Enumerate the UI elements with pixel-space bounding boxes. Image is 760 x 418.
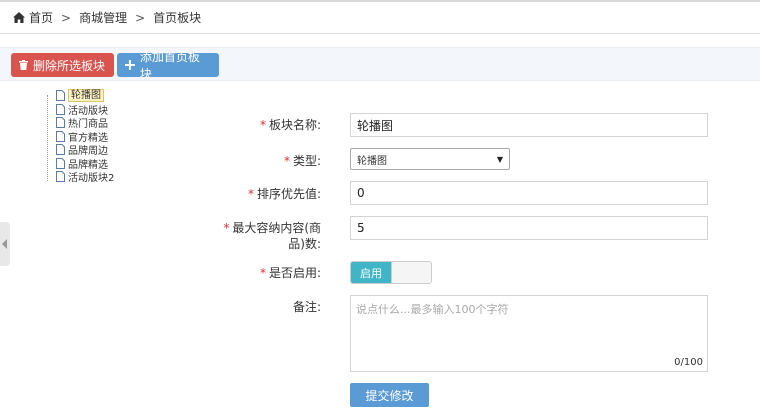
type-select[interactable]: 轮播图 ▼ <box>350 148 510 170</box>
max-items-label: * 最大容纳内容(商 品)数: <box>223 221 321 251</box>
max-items-value: 5 <box>357 221 365 235</box>
block-name-label: * 板块名称: <box>259 118 321 132</box>
block-name-input[interactable]: 轮播图 <box>350 113 708 137</box>
max-items-input[interactable]: 5 <box>350 216 708 240</box>
required-mark: * <box>259 118 266 132</box>
file-icon <box>56 130 65 142</box>
tree-item-label: 轮播图 <box>68 89 104 103</box>
tree-item-brand-merch[interactable]: 品牌周边 <box>44 143 114 157</box>
priority-input[interactable]: 0 <box>350 181 708 205</box>
submit-button[interactable]: 提交修改 <box>350 383 429 407</box>
required-mark: * <box>247 187 254 201</box>
required-mark: * <box>223 221 230 235</box>
required-mark: * <box>283 154 290 168</box>
required-mark: * <box>259 266 266 280</box>
caret-down-icon: ▼ <box>496 154 503 164</box>
file-icon <box>56 117 65 129</box>
file-icon <box>56 171 65 183</box>
enabled-toggle-knob <box>391 262 431 283</box>
enabled-label: * 是否启用: <box>259 266 321 280</box>
tree-item-label: 活动版块2 <box>68 173 115 185</box>
priority-value: 0 <box>357 186 365 200</box>
tree-item-official-picks[interactable]: 官方精选 <box>44 130 114 144</box>
file-icon <box>56 157 65 169</box>
file-icon <box>56 103 65 115</box>
type-label: * 类型: <box>283 154 321 168</box>
enabled-toggle[interactable]: 启用 <box>350 261 432 284</box>
enabled-toggle-on: 启用 <box>351 262 391 283</box>
tree-item-carousel[interactable]: 轮播图 <box>44 89 114 103</box>
remark-placeholder: 说点什么...最多输入100个字符 <box>356 303 509 316</box>
remark-label: 备注: <box>292 300 321 314</box>
chevron-left-icon <box>2 239 7 249</box>
breadcrumb: 首页 > 商城管理 > 首页板块 <box>0 2 760 34</box>
block-tree: 轮播图 活动版块 热门商品 官方精选 品牌周边 品牌精选 活动版块2 <box>44 89 114 184</box>
sidebar-toggle-handle[interactable] <box>0 222 10 266</box>
add-block-label: 添加首页板块 <box>139 50 200 81</box>
toolbar: 删除所选板块 添加首页板块 <box>0 47 760 81</box>
breadcrumb-current: 首页板块 <box>153 11 202 25</box>
trash-icon <box>19 60 28 70</box>
breadcrumb-home[interactable]: 首页 <box>29 9 53 26</box>
home-icon <box>13 12 25 23</box>
breadcrumb-mall-management[interactable]: 商城管理 <box>79 9 127 26</box>
remark-textarea[interactable]: 说点什么...最多输入100个字符 0/100 <box>350 295 708 372</box>
file-icon <box>56 144 65 156</box>
tree-item-activity[interactable]: 活动版块 <box>44 103 114 117</box>
plus-icon <box>125 60 135 70</box>
tree-item-activity-2[interactable]: 活动版块2 <box>44 170 114 184</box>
add-block-button[interactable]: 添加首页板块 <box>117 50 219 81</box>
delete-selected-label: 删除所选板块 <box>33 58 106 73</box>
file-icon <box>56 90 65 102</box>
tree-item-hot-products[interactable]: 热门商品 <box>44 116 114 130</box>
breadcrumb-separator: > <box>135 10 146 25</box>
delete-selected-button[interactable]: 删除所选板块 <box>11 53 114 77</box>
type-select-value: 轮播图 <box>357 155 387 167</box>
tree-item-brand-picks[interactable]: 品牌精选 <box>44 157 114 171</box>
remark-char-counter: 0/100 <box>674 357 703 368</box>
breadcrumb-separator: > <box>61 10 72 25</box>
block-name-value: 轮播图 <box>357 118 394 133</box>
priority-label: * 排序优先值: <box>247 187 321 201</box>
